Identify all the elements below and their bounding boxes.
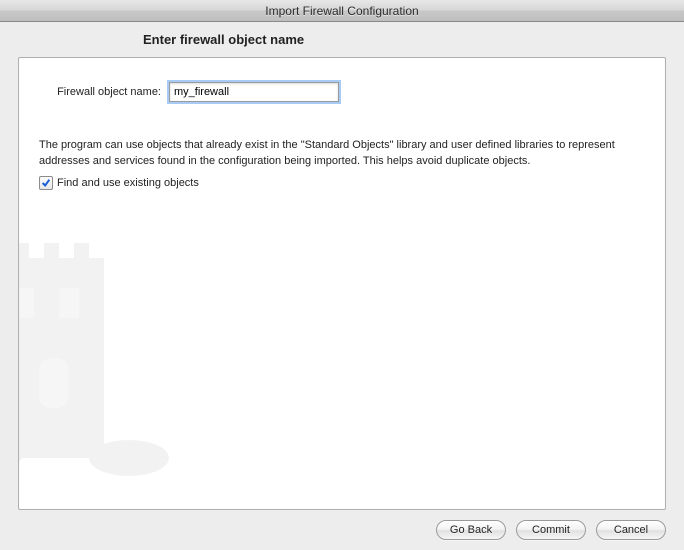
check-icon (41, 178, 51, 188)
window-title: Import Firewall Configuration (265, 4, 418, 18)
window-titlebar: Import Firewall Configuration (0, 0, 684, 22)
content-area: Enter firewall object name Firewall obje… (0, 22, 684, 550)
main-panel: Firewall object name: The program can us… (18, 57, 666, 510)
firewall-name-input[interactable] (169, 82, 339, 102)
page-heading: Enter firewall object name (143, 32, 666, 47)
name-row: Firewall object name: (39, 82, 645, 102)
use-existing-label: Find and use existing objects (57, 177, 199, 189)
button-bar: Go Back Commit Cancel (18, 520, 666, 540)
cancel-button[interactable]: Cancel (596, 520, 666, 540)
use-existing-row: Find and use existing objects (39, 176, 645, 190)
castle-watermark (18, 198, 169, 478)
go-back-button[interactable]: Go Back (436, 520, 506, 540)
description-text: The program can use objects that already… (39, 138, 645, 170)
panel-inner: Firewall object name: The program can us… (19, 58, 665, 214)
name-field-label: Firewall object name: (39, 86, 169, 98)
use-existing-checkbox[interactable] (39, 176, 53, 190)
commit-button[interactable]: Commit (516, 520, 586, 540)
